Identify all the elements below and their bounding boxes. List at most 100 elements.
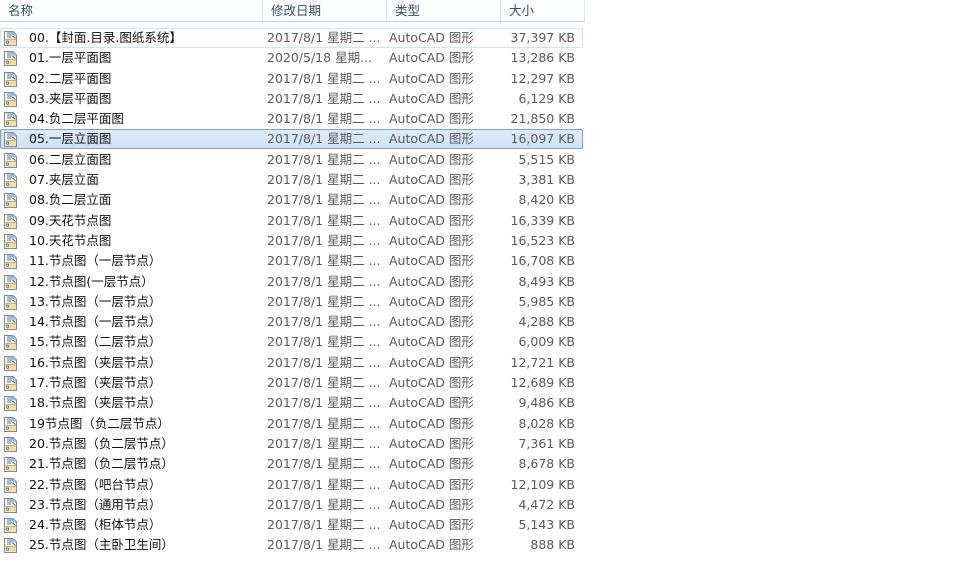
file-name-cell: 10.天花节点图 [29, 232, 112, 248]
file-name-cell: 17.节点图（夹层节点） [29, 375, 162, 391]
file-row[interactable]: 01.一层平面图 2020/5/18 星期... AutoCAD 图形 13,286 … [0, 48, 583, 68]
file-name-cell: 19节点图（负二层节点） [29, 415, 170, 431]
file-name-cell: 06.二层立面图 [29, 151, 112, 167]
file-row[interactable]: 11.节点图（一层节点） 2017/8/1 星期二 ... AutoCAD 图形 16… [0, 251, 583, 271]
file-type-cell: AutoCAD 图形 [389, 375, 474, 391]
file-name-cell: 04.负二层平面图 [29, 111, 124, 127]
file-type-cell: AutoCAD 图形 [389, 131, 474, 147]
file-size-cell: 13,286 KB [510, 50, 575, 66]
file-list-body: 00.【封面.目录.图纸系统】 2017/8/1 星期二 ... AutoCAD 图… [0, 28, 976, 556]
file-date-cell: 2017/8/1 星期二 ... [267, 517, 381, 533]
file-name-cell: 20.节点图（负二层节点） [29, 435, 174, 451]
file-size-cell: 16,097 KB [510, 131, 575, 147]
file-name-cell: 22.节点图（吧台节点） [29, 476, 162, 492]
file-type-cell: AutoCAD 图形 [389, 476, 474, 492]
file-name-cell: 03.夹层平面图 [29, 90, 112, 106]
file-date-cell: 2017/8/1 星期二 ... [267, 395, 381, 411]
file-date-cell: 2017/8/1 星期二 ... [267, 232, 381, 248]
file-row[interactable]: 05.一层立面图 2017/8/1 星期二 ... AutoCAD 图形 16,097… [0, 129, 583, 150]
column-header-size[interactable]: 大小 [500, 0, 585, 21]
file-row[interactable]: 14.节点图（一层节点） 2017/8/1 星期二 ... AutoCAD 图形 4,… [0, 312, 583, 332]
file-date-cell: 2017/8/1 星期二 ... [267, 435, 381, 451]
file-type-cell: AutoCAD 图形 [389, 232, 474, 248]
column-header-bar: 名称 修改日期 类型 大小 [0, 0, 585, 22]
file-size-cell: 6,129 KB [518, 90, 575, 106]
file-type-cell: AutoCAD 图形 [389, 30, 474, 45]
file-name-cell: 25.节点图（主卧卫生间） [29, 537, 174, 553]
file-row[interactable]: 03.夹层平面图 2017/8/1 星期二 ... AutoCAD 图形 6,129 … [0, 89, 583, 109]
file-row[interactable]: 08.负二层立面 2017/8/1 星期二 ... AutoCAD 图形 8,420 … [0, 190, 583, 210]
file-name-cell: 21.节点图（负二层节点） [29, 456, 174, 472]
file-name-cell: 02.二层平面图 [29, 70, 112, 86]
file-size-cell: 7,361 KB [518, 435, 575, 451]
file-row[interactable]: 00.【封面.目录.图纸系统】 2017/8/1 星期二 ... AutoCAD 图… [0, 28, 583, 48]
file-name-cell: 23.节点图（通用节点） [29, 496, 162, 512]
file-date-cell: 2017/8/1 星期二 ... [267, 314, 381, 330]
file-type-cell: AutoCAD 图形 [389, 293, 474, 309]
file-type-cell: AutoCAD 图形 [389, 354, 474, 370]
file-date-cell: 2017/8/1 星期二 ... [267, 415, 381, 431]
file-date-cell: 2017/8/1 星期二 ... [267, 131, 381, 147]
file-size-cell: 9,486 KB [518, 395, 575, 411]
file-type-cell: AutoCAD 图形 [389, 273, 474, 289]
file-row[interactable]: 25.节点图（主卧卫生间） 2017/8/1 星期二 ... AutoCAD 图形 8… [0, 535, 583, 555]
file-name-cell: 15.节点图（二层节点） [29, 334, 162, 350]
file-size-cell: 888 KB [530, 537, 575, 553]
file-date-cell: 2020/5/18 星期... [267, 50, 372, 66]
file-type-cell: AutoCAD 图形 [389, 90, 474, 106]
file-name-cell: 18.节点图（夹层节点） [29, 395, 162, 411]
file-row[interactable]: 10.天花节点图 2017/8/1 星期二 ... AutoCAD 图形 16,523… [0, 231, 583, 251]
file-date-cell: 2017/8/1 星期二 ... [267, 30, 381, 45]
file-row[interactable]: 19节点图（负二层节点） 2017/8/1 星期二 ... AutoCAD 图形 8,… [0, 414, 583, 434]
file-row[interactable]: 02.二层平面图 2017/8/1 星期二 ... AutoCAD 图形 12,297… [0, 69, 583, 89]
file-row[interactable]: 23.节点图（通用节点） 2017/8/1 星期二 ... AutoCAD 图形 4,… [0, 495, 583, 515]
file-date-cell: 2017/8/1 星期二 ... [267, 537, 381, 553]
file-row[interactable]: 16.节点图（夹层节点） 2017/8/1 星期二 ... AutoCAD 图形 12… [0, 353, 583, 373]
file-row[interactable]: 17.节点图（夹层节点） 2017/8/1 星期二 ... AutoCAD 图形 12… [0, 373, 583, 393]
file-type-cell: AutoCAD 图形 [389, 314, 474, 330]
file-type-cell: AutoCAD 图形 [389, 70, 474, 86]
file-type-cell: AutoCAD 图形 [389, 253, 474, 269]
file-name-cell: 12.节点图(一层节点） [29, 273, 154, 289]
file-size-cell: 12,297 KB [510, 70, 575, 86]
file-row[interactable]: 04.负二层平面图 2017/8/1 星期二 ... AutoCAD 图形 21,85… [0, 109, 583, 129]
file-row[interactable]: 13.节点图（一层节点） 2017/8/1 星期二 ... AutoCAD 图形 5,… [0, 292, 583, 312]
file-size-cell: 16,523 KB [510, 232, 575, 248]
file-date-cell: 2017/8/1 星期二 ... [267, 70, 381, 86]
file-row[interactable]: 24.节点图（柜体节点） 2017/8/1 星期二 ... AutoCAD 图形 5,… [0, 515, 583, 535]
file-date-cell: 2017/8/1 星期二 ... [267, 273, 381, 289]
file-size-cell: 37,397 KB [510, 30, 575, 45]
file-row[interactable]: 12.节点图(一层节点） 2017/8/1 星期二 ... AutoCAD 图形 8,… [0, 272, 583, 292]
file-date-cell: 2017/8/1 星期二 ... [267, 293, 381, 309]
column-header-name[interactable]: 名称 [0, 0, 262, 21]
file-type-cell: AutoCAD 图形 [389, 415, 474, 431]
file-name-cell: 11.节点图（一层节点） [29, 253, 162, 269]
file-type-cell: AutoCAD 图形 [389, 517, 474, 533]
file-row[interactable]: 20.节点图（负二层节点） 2017/8/1 星期二 ... AutoCAD 图形 7… [0, 434, 583, 454]
file-date-cell: 2017/8/1 星期二 ... [267, 212, 381, 228]
file-size-cell: 4,288 KB [518, 314, 575, 330]
file-date-cell: 2017/8/1 星期二 ... [267, 334, 381, 350]
file-size-cell: 3,381 KB [518, 172, 575, 188]
column-header-type[interactable]: 类型 [386, 0, 500, 21]
file-name-cell: 07.夹层立面 [29, 172, 99, 188]
file-name-cell: 16.节点图（夹层节点） [29, 354, 162, 370]
column-header-date-modified[interactable]: 修改日期 [262, 0, 386, 21]
file-size-cell: 16,339 KB [510, 212, 575, 228]
file-type-cell: AutoCAD 图形 [389, 456, 474, 472]
file-date-cell: 2017/8/1 星期二 ... [267, 151, 381, 167]
file-type-cell: AutoCAD 图形 [389, 212, 474, 228]
file-date-cell: 2017/8/1 星期二 ... [267, 192, 381, 208]
file-row[interactable]: 18.节点图（夹层节点） 2017/8/1 星期二 ... AutoCAD 图形 9,… [0, 393, 583, 413]
file-type-cell: AutoCAD 图形 [389, 151, 474, 167]
file-name-cell: 09.天花节点图 [29, 212, 112, 228]
file-row[interactable]: 09.天花节点图 2017/8/1 星期二 ... AutoCAD 图形 16,339… [0, 211, 583, 231]
file-row[interactable]: 06.二层立面图 2017/8/1 星期二 ... AutoCAD 图形 5,515 … [0, 150, 583, 170]
file-row[interactable]: 07.夹层立面 2017/8/1 星期二 ... AutoCAD 图形 3,381 K… [0, 170, 583, 190]
file-row[interactable]: 22.节点图（吧台节点） 2017/8/1 星期二 ... AutoCAD 图形 12… [0, 475, 583, 495]
file-row[interactable]: 15.节点图（二层节点） 2017/8/1 星期二 ... AutoCAD 图形 6,… [0, 332, 583, 352]
file-size-cell: 5,143 KB [518, 517, 575, 533]
file-size-cell: 8,028 KB [518, 415, 575, 431]
file-row[interactable]: 21.节点图（负二层节点） 2017/8/1 星期二 ... AutoCAD 图形 8… [0, 454, 583, 474]
file-type-cell: AutoCAD 图形 [389, 192, 474, 208]
